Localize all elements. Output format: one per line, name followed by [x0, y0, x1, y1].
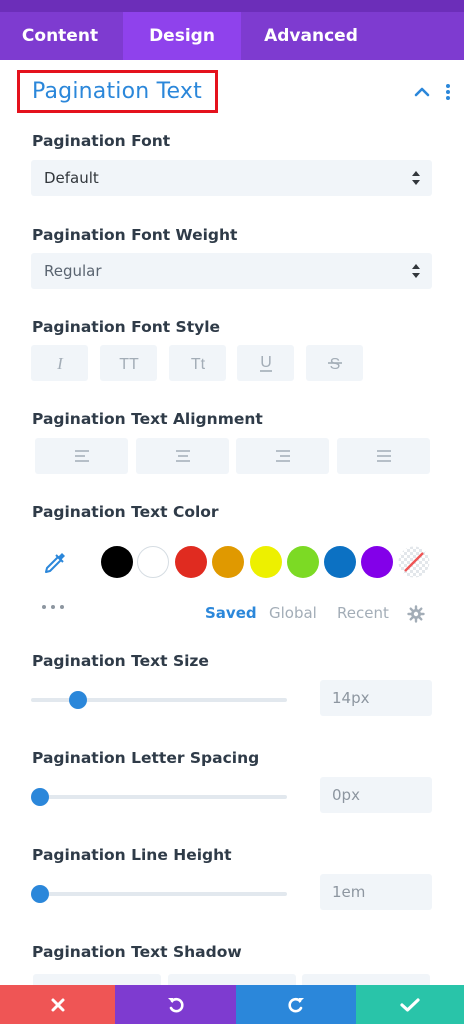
align-right-icon [275, 450, 290, 462]
more-dots-icon[interactable] [40, 602, 68, 612]
section-title-highlight[interactable]: Pagination Text [17, 70, 218, 113]
text-size-input[interactable]: 14px [320, 680, 432, 716]
font-style-label: Pagination Font Style [32, 318, 221, 336]
color-swatch-orange[interactable] [212, 546, 244, 578]
capitalize-button[interactable]: Tt [169, 345, 226, 381]
vertical-dots-icon[interactable] [440, 82, 456, 102]
eyedropper-icon[interactable] [42, 550, 68, 576]
italic-icon: I [56, 354, 64, 373]
align-justify-button[interactable] [337, 438, 430, 474]
text-size-value: 14px [332, 689, 370, 707]
chevron-up-icon[interactable] [412, 82, 432, 102]
line-height-input[interactable]: 1em [320, 874, 432, 910]
align-left-icon [74, 450, 89, 462]
color-swatch-purple[interactable] [361, 546, 393, 578]
letter-spacing-value: 0px [332, 786, 360, 804]
color-swatch-white[interactable] [137, 546, 169, 578]
letter-spacing-label: Pagination Letter Spacing [32, 749, 260, 767]
uppercase-button[interactable]: TT [100, 345, 157, 381]
modal-action-bar [0, 985, 464, 1024]
color-swatch-red[interactable] [175, 546, 207, 578]
strikethrough-button[interactable]: S [306, 345, 363, 381]
tab-advanced[interactable]: Advanced [241, 12, 381, 60]
text-color-label: Pagination Text Color [32, 503, 219, 521]
checkmark-icon [400, 997, 420, 1012]
color-swatch-blue[interactable] [324, 546, 356, 578]
text-size-label: Pagination Text Size [32, 652, 209, 670]
text-alignment-label: Pagination Text Alignment [32, 410, 263, 428]
text-size-slider-thumb[interactable] [69, 691, 88, 709]
color-swatch-black[interactable] [101, 546, 133, 578]
font-select-value: Default [44, 169, 99, 187]
tabs-top-strip [0, 0, 464, 12]
font-select[interactable]: Default [31, 160, 432, 196]
align-center-icon [175, 450, 190, 462]
capitalize-icon: Tt [190, 356, 205, 373]
svg-text:Tt: Tt [190, 356, 205, 373]
italic-button[interactable]: I [31, 345, 88, 381]
color-tab-saved[interactable]: Saved [205, 604, 257, 622]
font-label: Pagination Font [32, 132, 171, 150]
close-icon [51, 998, 64, 1011]
align-center-button[interactable] [136, 438, 229, 474]
tab-content[interactable]: Content [0, 12, 120, 60]
align-left-button[interactable] [35, 438, 128, 474]
uppercase-icon: TT [119, 356, 139, 373]
redo-icon [288, 997, 304, 1012]
save-button[interactable] [356, 985, 464, 1024]
gear-icon[interactable] [407, 605, 425, 623]
line-height-slider-thumb[interactable] [31, 885, 49, 903]
color-swatch-green[interactable] [287, 546, 319, 578]
select-arrows-icon [412, 171, 420, 185]
underline-icon: U [259, 354, 272, 372]
tab-design[interactable]: Design [123, 12, 241, 60]
font-weight-label: Pagination Font Weight [32, 226, 238, 244]
color-swatch-yellow[interactable] [250, 546, 282, 578]
redo-button[interactable] [236, 985, 356, 1024]
settings-tabs: Content Design Advanced [0, 0, 464, 60]
discard-button[interactable] [0, 985, 115, 1024]
strikethrough-icon: S [327, 356, 342, 373]
undo-icon [167, 997, 184, 1012]
undo-button[interactable] [115, 985, 236, 1024]
svg-text:S: S [329, 356, 340, 373]
svg-text:TT: TT [119, 356, 139, 373]
line-height-label: Pagination Line Height [32, 846, 232, 864]
svg-text:I: I [56, 354, 64, 373]
no-color-swatch-icon[interactable] [398, 546, 430, 578]
letter-spacing-input[interactable]: 0px [320, 777, 432, 813]
align-justify-icon [376, 450, 391, 462]
svg-text:U: U [260, 354, 272, 371]
line-height-value: 1em [332, 883, 366, 901]
align-right-button[interactable] [236, 438, 329, 474]
letter-spacing-slider-track[interactable] [31, 795, 287, 799]
color-tab-global[interactable]: Global [269, 604, 317, 622]
underline-button[interactable]: U [237, 345, 294, 381]
text-shadow-label: Pagination Text Shadow [32, 943, 242, 961]
color-tab-recent[interactable]: Recent [337, 604, 389, 622]
letter-spacing-slider-thumb[interactable] [31, 788, 49, 806]
section-title: Pagination Text [32, 79, 202, 104]
line-height-slider-track[interactable] [31, 892, 287, 896]
font-weight-select-value: Regular [44, 262, 102, 280]
font-weight-select[interactable]: Regular [31, 253, 432, 289]
select-arrows-icon [412, 264, 420, 278]
